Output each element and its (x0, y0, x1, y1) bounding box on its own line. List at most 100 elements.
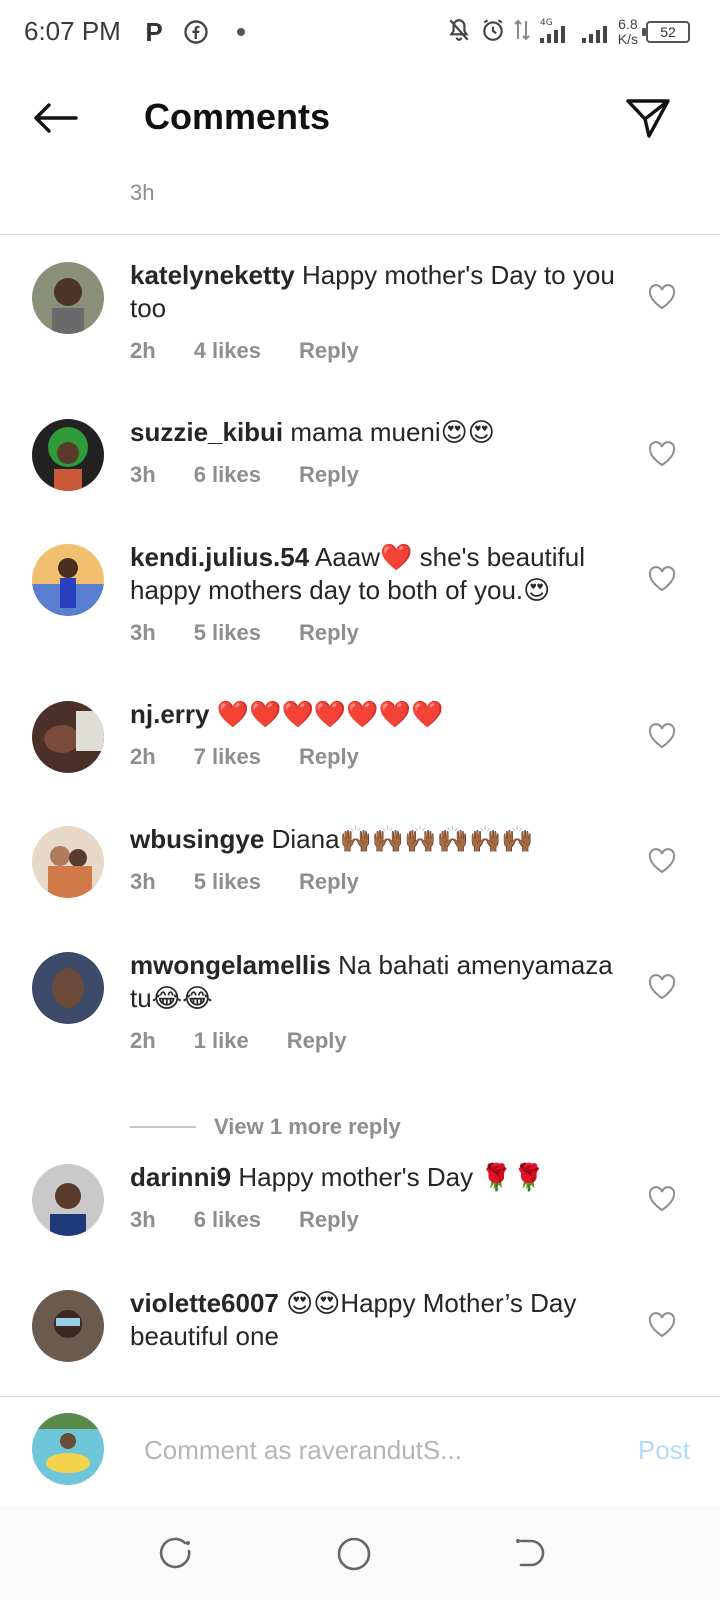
avatar[interactable] (32, 262, 104, 334)
comment-message: Diana🙌🏾🙌🏾🙌🏾🙌🏾🙌🏾🙌🏾 (271, 824, 534, 854)
heart-icon[interactable] (648, 284, 676, 310)
heart-icon[interactable] (648, 1312, 676, 1338)
comment-likes[interactable]: 5 likes (194, 869, 261, 895)
reply-thread-line (130, 1126, 196, 1128)
back-button[interactable] (28, 94, 82, 142)
comment-text: darinni9 Happy mother's Day 🌹🌹 (130, 1161, 620, 1194)
arrow-left-icon (34, 103, 78, 133)
page-title: Comments (144, 96, 331, 137)
comment-text: nj.erry ❤️❤️❤️❤️❤️❤️❤️ (130, 698, 620, 731)
view-more-replies-label: View 1 more reply (214, 1114, 401, 1139)
reply-button[interactable]: Reply (299, 462, 359, 488)
comment-text: violette6007 😍😍Happy Mother’s Day beauti… (130, 1290, 620, 1353)
post-button[interactable]: Post (638, 1435, 690, 1466)
reply-button[interactable]: Reply (299, 869, 359, 895)
comment-likes[interactable]: 1 like (194, 1028, 249, 1054)
signal-4g-icon: 4G (538, 16, 572, 49)
heart-icon[interactable] (648, 566, 676, 592)
comment-meta: 3h 5 likes Reply (130, 869, 359, 895)
status-time: 6:07 PM (24, 16, 121, 46)
network-speed-unit: K/s (617, 31, 638, 47)
comment-message: mama mueni😍😍 (290, 417, 495, 447)
comment-likes[interactable]: 6 likes (194, 462, 261, 488)
comment-text: mwongelamellis Na bahati amenyamaza tu😂😂 (130, 949, 620, 1015)
comment-time: 2h (130, 744, 156, 769)
direct-message-icon (626, 99, 670, 138)
signal-icon (580, 16, 610, 49)
comment-text: katelyneketty Happy mother's Day to you … (130, 259, 620, 325)
heart-icon[interactable] (648, 441, 676, 467)
comment-likes[interactable]: 7 likes (194, 744, 261, 770)
comment-time: 3h (130, 869, 156, 894)
avatar[interactable] (32, 1164, 104, 1236)
comment-username[interactable]: katelyneketty (130, 260, 295, 290)
battery-level: 52 (660, 24, 676, 40)
comment-message: Happy mother's Day 🌹🌹 (238, 1162, 546, 1192)
comment-meta: 2h 4 likes Reply (130, 338, 359, 364)
comment-text: wbusingye Diana🙌🏾🙌🏾🙌🏾🙌🏾🙌🏾🙌🏾 (130, 823, 620, 856)
comment-time: 2h (130, 1028, 156, 1053)
comment-username[interactable]: nj.erry (130, 699, 210, 729)
comment-text: kendi.julius.54 Aaaw❤️ she's beautiful h… (130, 541, 620, 607)
comment-username[interactable]: violette6007 (130, 1290, 279, 1318)
status-right: 4G 6.8 K/s 52 (446, 14, 690, 50)
comment-likes[interactable]: 4 likes (194, 338, 261, 364)
reply-button[interactable]: Reply (299, 1207, 359, 1233)
avatar[interactable] (32, 701, 104, 773)
comment-likes[interactable]: 5 likes (194, 620, 261, 646)
comment-username[interactable]: suzzie_kibui (130, 417, 283, 447)
heart-icon[interactable] (648, 723, 676, 749)
view-more-replies[interactable]: View 1 more reply (130, 1114, 401, 1140)
network-speed-value: 6.8 (618, 16, 638, 32)
recents-icon (159, 1537, 191, 1569)
comment-meta: 3h 5 likes Reply (130, 620, 359, 646)
pinterest-notification-icon: P (145, 16, 163, 47)
system-nav-bar (0, 1506, 720, 1600)
reply-button[interactable]: Reply (299, 338, 359, 364)
facebook-notification-icon (184, 18, 208, 46)
comment-message: ❤️❤️❤️❤️❤️❤️❤️ (216, 699, 444, 729)
home-button[interactable] (334, 1534, 374, 1574)
comment-username[interactable]: mwongelamellis (130, 950, 331, 980)
parent-comment-time: 3h (130, 180, 155, 205)
avatar[interactable] (32, 952, 104, 1024)
reply-button[interactable]: Reply (299, 620, 359, 646)
current-user-avatar (32, 1413, 104, 1485)
comment-time: 3h (130, 462, 156, 487)
heart-icon[interactable] (648, 848, 676, 874)
divider (0, 234, 720, 235)
battery-icon: 52 (642, 21, 690, 43)
share-button[interactable] (622, 92, 674, 144)
reply-button[interactable]: Reply (287, 1028, 347, 1054)
header: Comments (0, 64, 720, 174)
back-nav-button[interactable] (510, 1534, 550, 1574)
comment-username[interactable]: darinni9 (130, 1162, 231, 1192)
more-notifications-dot-icon (236, 18, 246, 46)
mute-icon (446, 17, 472, 48)
comment-time: 3h (130, 1207, 156, 1232)
comment-username[interactable]: kendi.julius.54 (130, 542, 309, 572)
comment-meta: 3h 6 likes Reply (130, 1207, 359, 1233)
comment-likes[interactable]: 6 likes (194, 1207, 261, 1233)
avatar[interactable] (32, 419, 104, 491)
back-nav-icon (516, 1539, 545, 1567)
comment-username[interactable]: wbusingye (130, 824, 264, 854)
comment-time: 2h (130, 338, 156, 363)
avatar[interactable] (32, 544, 104, 616)
recents-button[interactable] (156, 1534, 196, 1574)
comment-input[interactable] (144, 1431, 584, 1469)
heart-icon[interactable] (648, 974, 676, 1000)
avatar[interactable] (32, 1290, 104, 1362)
comment-meta: 3h 6 likes Reply (130, 462, 359, 488)
heart-icon[interactable] (648, 1186, 676, 1212)
data-transfer-icon (514, 17, 530, 48)
comment-time: 3h (130, 620, 156, 645)
status-bar: 6:07 PM P 4G 6.8 K/s 52 (0, 0, 720, 64)
home-icon (337, 1537, 371, 1571)
avatar[interactable] (32, 826, 104, 898)
svg-text:4G: 4G (540, 18, 553, 28)
comment-composer: Post (0, 1396, 720, 1506)
reply-button[interactable]: Reply (299, 744, 359, 770)
network-speed: 6.8 K/s (618, 17, 638, 47)
alarm-icon (480, 17, 506, 48)
